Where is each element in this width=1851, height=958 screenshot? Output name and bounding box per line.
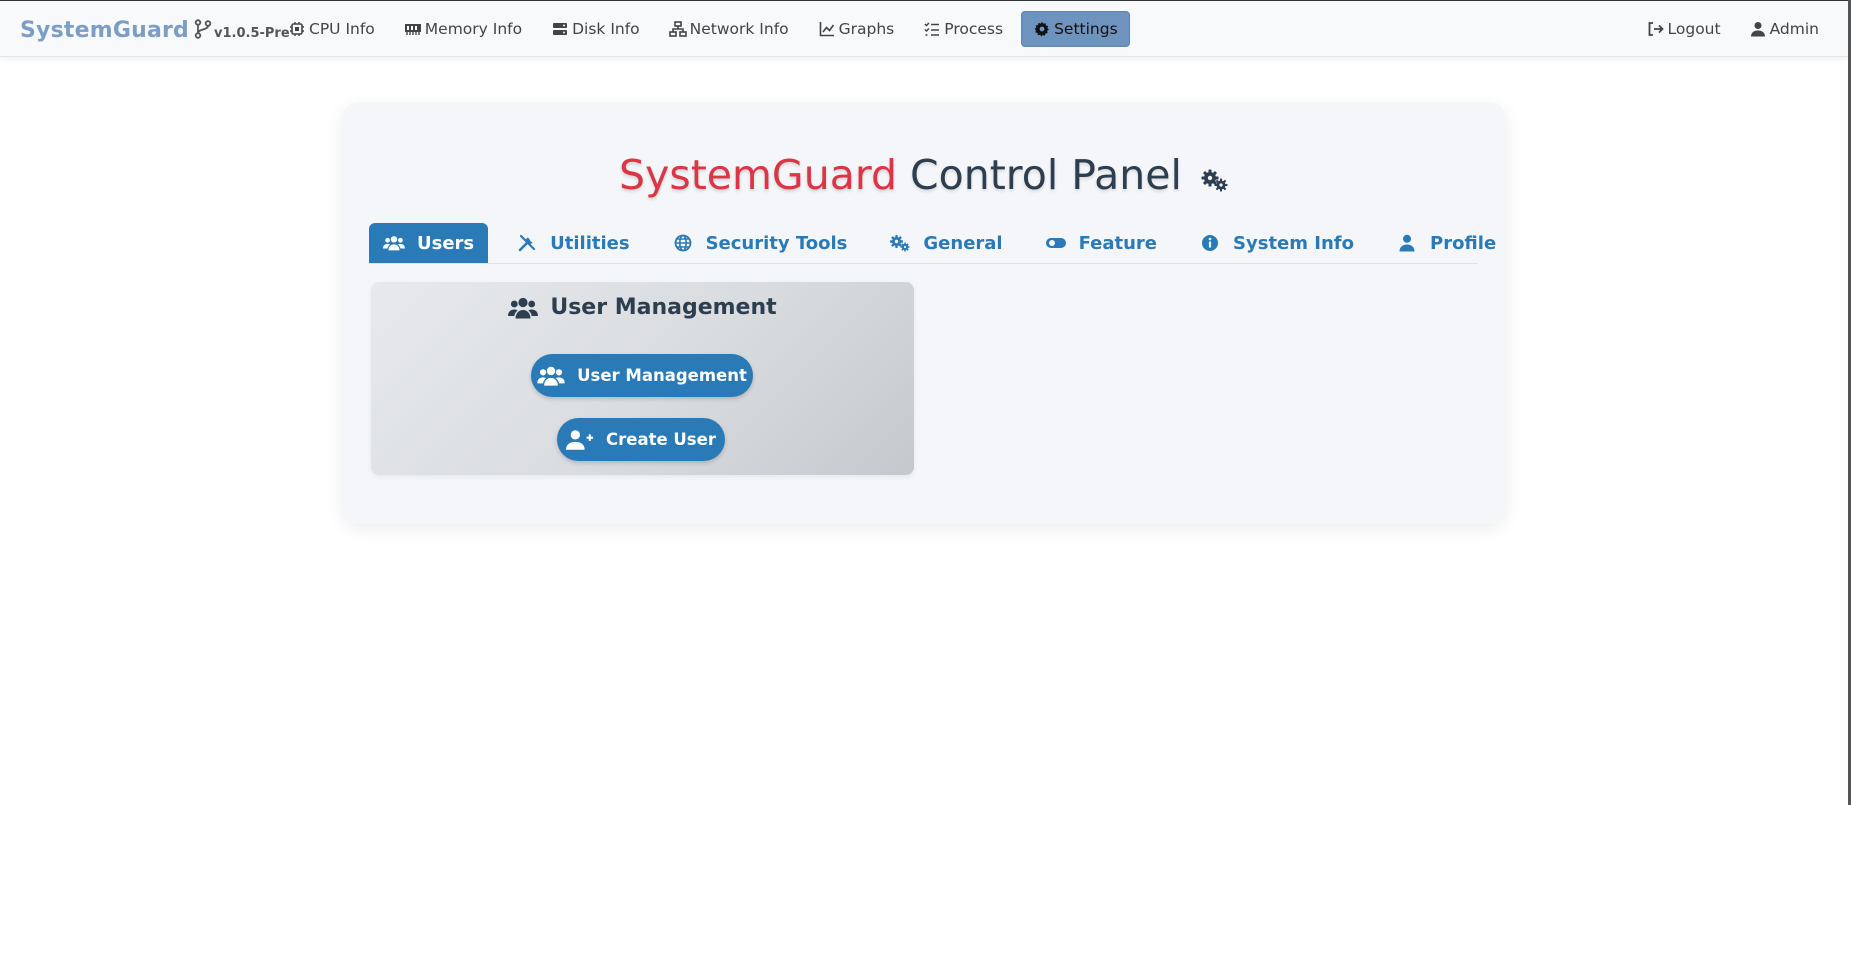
nav-item-label: Admin: [1769, 20, 1819, 38]
tab-security-tools[interactable]: Security Tools: [658, 223, 862, 263]
network-icon: [668, 20, 687, 38]
user-icon: [1749, 20, 1767, 38]
info-icon: [1199, 233, 1221, 253]
nav-item-graphs[interactable]: Graphs: [807, 11, 906, 47]
disk-icon: [551, 20, 569, 38]
cogs-icon: [1199, 155, 1229, 192]
globe-icon: [672, 233, 694, 253]
main-nav: CPU Info Memory Info Disk Info Network I…: [277, 11, 1137, 47]
tab-label: System Info: [1233, 232, 1354, 254]
top-navbar: SystemGuard v1.0.5-Pre CPU Info Memory I…: [0, 0, 1849, 57]
brand[interactable]: SystemGuard v1.0.5-Pre: [20, 17, 290, 43]
button-label: User Management: [577, 366, 747, 385]
tab-users[interactable]: Users: [369, 223, 489, 263]
gear-icon: [1033, 20, 1051, 38]
nav-item-cpu-info[interactable]: CPU Info: [277, 11, 386, 47]
nav-item-label: Disk Info: [572, 20, 640, 38]
button-label: Create User: [606, 430, 716, 449]
users-icon: [508, 296, 539, 320]
brand-name[interactable]: SystemGuard: [20, 18, 189, 43]
user-management-card: User Management User Management Create U…: [371, 282, 914, 475]
tab-label: Profile: [1430, 232, 1497, 254]
memory-icon: [404, 20, 422, 38]
nav-item-settings[interactable]: Settings: [1021, 11, 1130, 47]
tab-label: Security Tools: [705, 232, 848, 254]
user-management-button[interactable]: User Management: [531, 354, 753, 397]
tab-label: Utilities: [550, 232, 630, 254]
code-branch-icon: [194, 19, 212, 39]
create-user-button[interactable]: Create User: [557, 418, 725, 461]
user-plus-icon: [566, 429, 594, 451]
graph-icon: [818, 20, 836, 38]
cogs-icon: [889, 233, 911, 253]
tab-label: Feature: [1078, 232, 1158, 254]
tab-general[interactable]: General: [875, 223, 1016, 263]
nav-item-process[interactable]: Process: [912, 11, 1014, 47]
nav-item-memory-info[interactable]: Memory Info: [393, 11, 533, 47]
nav-item-label: CPU Info: [309, 20, 375, 38]
users-icon: [383, 233, 405, 253]
user-nav: Logout Admin: [1630, 11, 1830, 47]
card-title: User Management: [371, 295, 914, 320]
nav-item-label: Logout: [1667, 20, 1721, 38]
cpu-icon: [288, 20, 306, 38]
tab-system-info[interactable]: System Info: [1185, 223, 1368, 263]
nav-item-label: Process: [944, 20, 1004, 38]
settings-tabs: Users Utilities Security Tools General F…: [369, 220, 1496, 264]
nav-item-network-info[interactable]: Network Info: [658, 11, 800, 47]
user-icon: [1396, 233, 1418, 253]
page-title: SystemGuard Control Panel: [343, 151, 1505, 199]
tab-profile[interactable]: Profile: [1382, 223, 1510, 263]
tab-label: General: [923, 232, 1003, 254]
nav-item-label: Network Info: [689, 20, 789, 38]
admin-user-link[interactable]: Admin: [1738, 11, 1830, 47]
tab-utilities[interactable]: Utilities: [502, 223, 643, 263]
tab-label: Users: [417, 232, 475, 254]
logout-link[interactable]: Logout: [1636, 11, 1732, 47]
logout-icon: [1647, 20, 1665, 38]
nav-item-label: Memory Info: [424, 20, 523, 38]
page-title-accent: SystemGuard: [619, 151, 897, 199]
tasks-icon: [923, 20, 941, 38]
toggle-icon: [1045, 233, 1067, 253]
nav-item-disk-info[interactable]: Disk Info: [540, 11, 651, 47]
tools-icon: [516, 233, 538, 253]
card-title-text: User Management: [550, 295, 777, 320]
page-title-rest: Control Panel: [910, 151, 1182, 199]
nav-item-label: Graphs: [838, 20, 895, 38]
users-icon: [537, 365, 565, 387]
tab-feature[interactable]: Feature: [1031, 223, 1171, 263]
nav-item-label: Settings: [1054, 20, 1118, 38]
